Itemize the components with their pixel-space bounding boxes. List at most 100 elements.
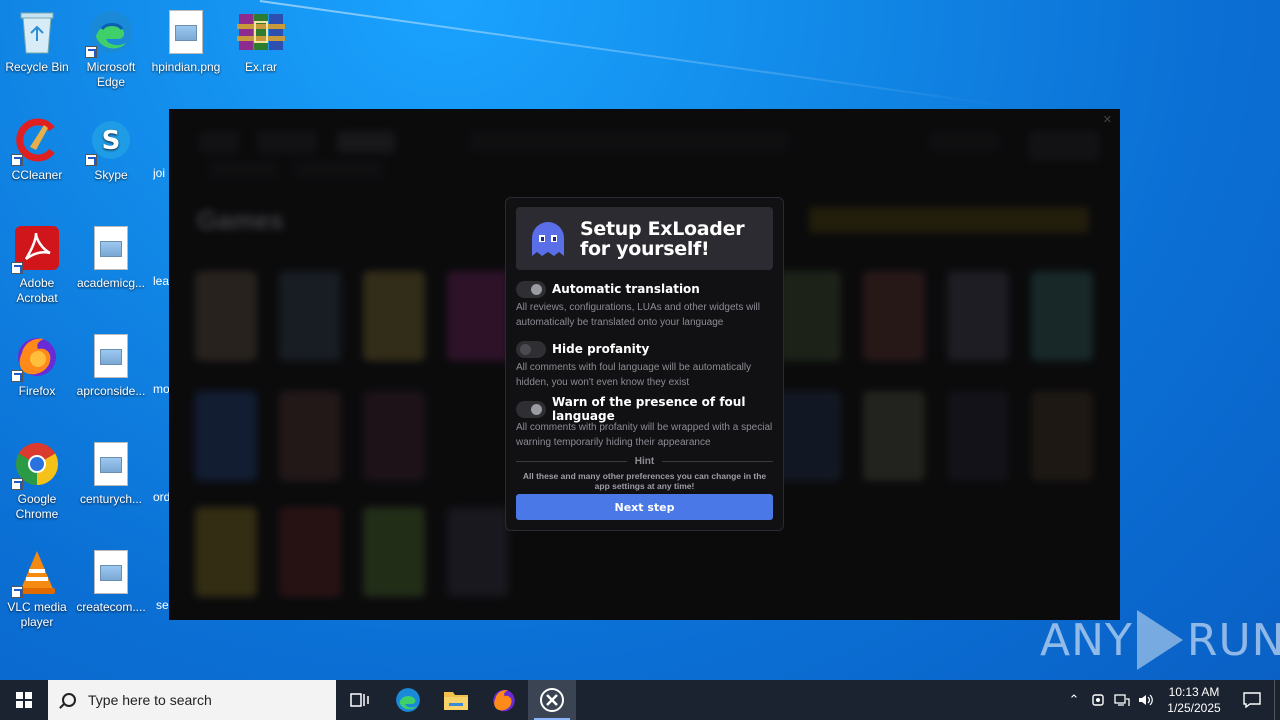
taskbar-file-explorer[interactable] xyxy=(432,680,480,720)
desktop-icon-hpindian[interactable]: hpindian.png xyxy=(149,8,223,75)
shortcut-arrow-icon xyxy=(11,478,23,490)
option-label: Automatic translation xyxy=(552,282,700,296)
option-description: All comments with profanity will be wrap… xyxy=(516,422,773,448)
taskbar-edge[interactable] xyxy=(384,680,432,720)
show-desktop-button[interactable] xyxy=(1274,680,1280,720)
setup-modal: Setup ExLoader for yourself! Automatic t… xyxy=(505,197,784,531)
desktop-icon-label: Adobe Acrobat xyxy=(16,276,58,305)
desktop-icon-centurych[interactable]: centurych... xyxy=(74,440,148,507)
image-file-icon xyxy=(87,224,135,272)
option-warn-foul-language: Warn of the presence of foul language Al… xyxy=(516,395,773,450)
desktop-icon-partial-label: joi xyxy=(153,166,166,180)
desktop-icon-label: Recycle Bin xyxy=(5,60,69,74)
taskbar: ⌃ 10:13 AM 1/25/2025 xyxy=(0,680,1280,720)
folder-icon xyxy=(444,692,468,710)
option-description: All comments with foul language will be … xyxy=(516,362,752,388)
hint-label: Hint xyxy=(634,456,655,467)
toggle-knob xyxy=(531,403,542,415)
notification-icon xyxy=(1243,692,1261,708)
recycle-bin-icon xyxy=(13,8,61,56)
desktop-icon-label: academicg... xyxy=(76,276,146,290)
shortcut-arrow-icon xyxy=(11,262,23,274)
edge-icon xyxy=(396,688,420,712)
network-icon[interactable] xyxy=(1110,680,1134,720)
desktop-icon-label: Skype xyxy=(94,168,128,182)
hint-divider: Hint xyxy=(516,456,774,467)
desktop-icon-adobe-acrobat[interactable]: Adobe Acrobat xyxy=(0,224,74,306)
desktop-icon-edge[interactable]: Microsoft Edge xyxy=(74,8,148,90)
desktop-icon-aprconside[interactable]: aprconside... xyxy=(74,332,148,399)
option-description: All reviews, configurations, LUAs and ot… xyxy=(516,302,760,328)
task-view-icon xyxy=(350,693,369,707)
toggle-knob xyxy=(520,343,531,355)
desktop-icon-partial-label: ord xyxy=(153,490,169,504)
clock-time: 10:13 AM xyxy=(1168,685,1220,699)
desktop-icon-recycle-bin[interactable]: Recycle Bin xyxy=(0,8,74,75)
desktop-icon-label: hpindian.png xyxy=(151,60,221,74)
start-button[interactable] xyxy=(0,680,48,720)
exloader-icon xyxy=(540,688,564,712)
next-step-button[interactable]: Next step xyxy=(516,494,773,520)
desktop-icon-label: VLC media player xyxy=(7,600,67,629)
chevron-up-icon[interactable]: ⌃ xyxy=(1062,680,1086,720)
chrome-icon xyxy=(11,440,61,490)
taskbar-search-box[interactable] xyxy=(48,680,336,720)
notification-center-button[interactable] xyxy=(1230,680,1274,720)
option-label: Hide profanity xyxy=(552,342,650,356)
watermark-text-left: ANY xyxy=(1040,614,1133,666)
modal-title: Setup ExLoader for yourself! xyxy=(580,217,745,260)
shortcut-arrow-icon xyxy=(85,154,97,166)
taskbar-firefox[interactable] xyxy=(480,680,528,720)
system-tray: ⌃ 10:13 AM 1/25/2025 xyxy=(1062,680,1280,720)
vlc-icon xyxy=(11,548,61,598)
desktop-icon-ccleaner[interactable]: CCleaner xyxy=(0,116,74,183)
task-view-button[interactable] xyxy=(336,680,384,720)
modal-header: Setup ExLoader for yourself! xyxy=(516,207,773,270)
taskbar-clock[interactable]: 10:13 AM 1/25/2025 xyxy=(1158,684,1230,716)
search-icon xyxy=(62,693,76,707)
desktop-icon-google-chrome[interactable]: Google Chrome xyxy=(0,440,74,522)
desktop-icon-label: aprconside... xyxy=(76,384,146,398)
desktop-icon-label: createcom.... xyxy=(76,600,146,614)
shortcut-arrow-icon xyxy=(11,154,23,166)
security-icon[interactable] xyxy=(1086,680,1110,720)
desktop-icon-label: Ex.rar xyxy=(244,60,277,74)
firefox-icon xyxy=(11,332,61,382)
wallpaper-light-ray xyxy=(259,0,1013,108)
taskbar-exloader[interactable] xyxy=(528,680,576,720)
play-triangle-icon xyxy=(1136,610,1183,670)
desktop-icon-ex-rar[interactable]: Ex.rar xyxy=(224,8,298,75)
toggle-knob xyxy=(531,283,542,295)
hide-profanity-toggle[interactable] xyxy=(516,340,546,358)
ccleaner-icon xyxy=(11,116,61,166)
warn-foul-language-toggle[interactable] xyxy=(516,400,546,418)
shortcut-arrow-icon xyxy=(11,370,23,382)
watermark-text-right: RUN xyxy=(1186,614,1280,666)
desktop-icon-partial-label: se xyxy=(156,598,169,612)
volume-icon[interactable] xyxy=(1134,680,1158,720)
windows-logo-icon xyxy=(16,692,32,708)
desktop-icon-label: Google Chrome xyxy=(15,492,59,521)
acrobat-icon xyxy=(11,224,61,274)
desktop-icon-firefox[interactable]: Firefox xyxy=(0,332,74,399)
automatic-translation-toggle[interactable] xyxy=(516,280,546,298)
firefox-icon xyxy=(493,689,515,712)
desktop-icon-label: Firefox xyxy=(18,384,56,398)
desktop-icon-skype[interactable]: S Skype xyxy=(74,116,148,183)
desktop-icon-createcom[interactable]: createcom.... xyxy=(74,548,148,615)
desktop-icon-partial-label: lea xyxy=(153,274,169,288)
clock-date: 1/25/2025 xyxy=(1167,701,1221,715)
shortcut-arrow-icon xyxy=(11,586,23,598)
desktop-icon-vlc[interactable]: VLC media player xyxy=(0,548,74,630)
taskbar-search-input[interactable] xyxy=(88,692,308,708)
svg-text:S: S xyxy=(102,126,121,156)
image-file-icon xyxy=(87,440,135,488)
anyrun-watermark: ANY RUN xyxy=(1040,610,1280,670)
edge-icon xyxy=(85,8,135,58)
option-automatic-translation: Automatic translation All reviews, confi… xyxy=(516,280,773,330)
desktop-icon-academicg[interactable]: academicg... xyxy=(74,224,148,291)
image-file-icon xyxy=(87,332,135,380)
option-label: Warn of the presence of foul language xyxy=(552,395,746,423)
hint-text: All these and many other preferences you… xyxy=(522,471,767,491)
window-close-icon[interactable]: ✕ xyxy=(1103,113,1112,126)
